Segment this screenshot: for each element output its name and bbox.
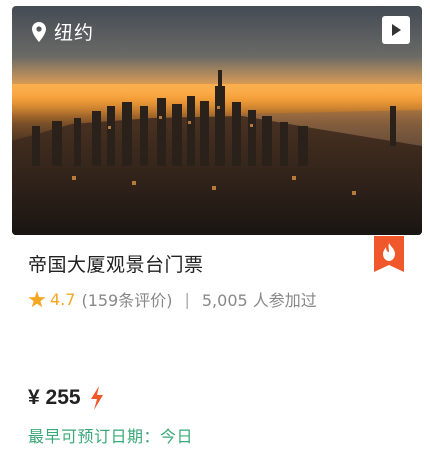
price-row: ¥ 255 bbox=[28, 386, 105, 410]
map-pin-icon bbox=[32, 21, 46, 42]
lightning-icon bbox=[90, 386, 103, 410]
product-title[interactable]: 帝国大厦观景台门票 bbox=[28, 250, 204, 277]
participants-count: 5,005 人参加过 bbox=[201, 291, 317, 310]
price: ¥ 255 bbox=[28, 386, 81, 409]
star-icon bbox=[28, 290, 46, 307]
play-video-button[interactable] bbox=[382, 16, 410, 44]
review-count[interactable]: (159条评价) bbox=[81, 287, 172, 311]
location-label: 纽约 bbox=[32, 18, 94, 45]
separator: | bbox=[184, 289, 190, 309]
hot-badge bbox=[374, 236, 404, 272]
rating-value: 4.7 bbox=[50, 289, 76, 309]
rating-row: 4.7 (159条评价) | 5,005 人参加过 bbox=[28, 287, 317, 311]
location-text: 纽约 bbox=[54, 22, 95, 44]
play-video-icon bbox=[392, 24, 401, 36]
earliest-booking-date: 最早可预订日期：今日 bbox=[28, 427, 194, 446]
hero-image[interactable]: 纽约 bbox=[12, 6, 422, 235]
product-card[interactable]: 纽约 帝国大厦观景台门票 4.7 (159条评价) | 5,005 人参加过 ¥… bbox=[0, 0, 430, 461]
